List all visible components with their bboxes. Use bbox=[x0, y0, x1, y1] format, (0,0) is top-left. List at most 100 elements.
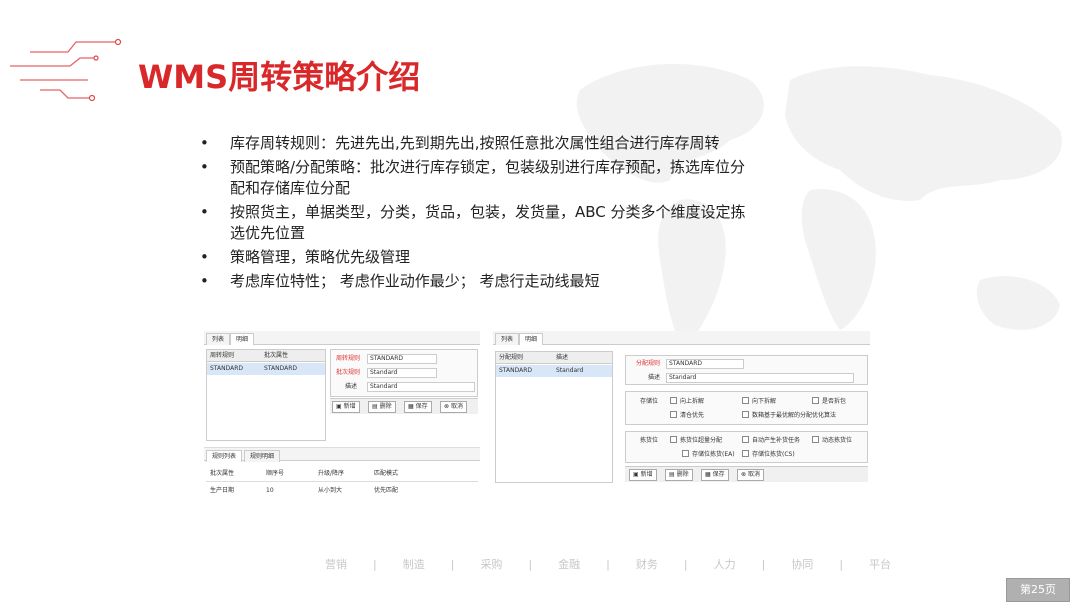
cancel-icon: ⊗ bbox=[741, 471, 748, 478]
slide-title: WMS周转策略介绍 bbox=[138, 58, 421, 96]
bullet-item: 策略管理，策略优先级管理 bbox=[200, 247, 760, 268]
footer-separator: | bbox=[450, 558, 455, 571]
save-icon: ▦ bbox=[408, 403, 416, 410]
grid-cell: STANDARD bbox=[210, 365, 244, 372]
tab-list[interactable]: 列表 bbox=[495, 333, 520, 345]
table-row[interactable]: 生产日期 10 从小到大 优先匹配 bbox=[206, 481, 478, 494]
allocation-form: 分配规则 STANDARD 描述 Standard bbox=[625, 355, 868, 385]
option-checkbox[interactable]: 数箱基于最优解的分配优化算法 bbox=[742, 411, 836, 420]
footer-item: 协同 bbox=[791, 558, 814, 571]
grid-header-cell: 描述 bbox=[556, 354, 569, 361]
bullet-list: 库存周转规则：先进先出,先到期先出,按照任意批次属性组合进行库存周转 预配策略/… bbox=[200, 133, 760, 295]
grid-cell: Standard bbox=[556, 367, 584, 374]
option-checkbox[interactable]: 向上拆解 bbox=[670, 397, 704, 406]
option-checkbox[interactable]: 自动产生补货任务 bbox=[742, 436, 800, 445]
sub-cell: 从小到大 bbox=[318, 487, 343, 494]
storage-options: 存储位 向上拆解 向下拆解 是否拆包 清仓优先 数箱基于最优解的分配优化算法 bbox=[625, 391, 868, 425]
grid-header-cell: 周转规则 bbox=[210, 352, 235, 359]
tab-bar: 列表 明细 bbox=[204, 331, 480, 345]
footer-item: 财务 bbox=[635, 558, 658, 571]
add-icon: ▣ bbox=[336, 403, 344, 410]
toolbar: ▣ 新增 ▤ 删除 ▦ 保存 ⊗ 取消 bbox=[625, 466, 868, 482]
delete-button[interactable]: ▤ 删除 bbox=[368, 401, 396, 413]
option-checkbox[interactable]: 存储位拣货(CS) bbox=[742, 450, 795, 459]
option-checkbox[interactable]: 拣货位超量分配 bbox=[670, 436, 722, 445]
option-checkbox[interactable]: 存储位拣货(EA) bbox=[682, 450, 735, 459]
tab-bar: 列表 明细 bbox=[493, 331, 870, 345]
storage-label: 存储位 bbox=[640, 398, 659, 405]
sub-grid: 批次属性 顺序号 升级/降序 匹配模式 生产日期 10 从小到大 优先匹配 bbox=[206, 465, 478, 499]
footer-separator: | bbox=[761, 558, 766, 571]
form-label: 描述 bbox=[648, 374, 661, 381]
option-checkbox[interactable]: 向下拆解 bbox=[742, 397, 776, 406]
footer-separator: | bbox=[606, 558, 610, 571]
sub-header-cell: 顺序号 bbox=[266, 470, 285, 477]
cancel-button[interactable]: ⊗ 取消 bbox=[440, 401, 467, 413]
delete-button[interactable]: ▤ 删除 bbox=[665, 469, 693, 481]
rule-grid: 周转规则 批次属性 STANDARD STANDARD bbox=[206, 349, 326, 441]
rule-grid: 分配规则 描述 STANDARD Standard bbox=[495, 351, 613, 483]
save-button-label: 保存 bbox=[415, 403, 428, 410]
grid-header-cell: 分配规则 bbox=[499, 354, 524, 361]
table-row[interactable]: STANDARD Standard bbox=[496, 365, 612, 377]
allocation-code-field[interactable]: STANDARD bbox=[666, 359, 744, 369]
option-checkbox[interactable]: 动态拣货位 bbox=[812, 436, 852, 445]
save-button[interactable]: ▦ 保存 bbox=[701, 469, 729, 481]
grid-header: 周转规则 批次属性 bbox=[207, 350, 325, 362]
pick-label: 拣货位 bbox=[640, 437, 659, 444]
form-label: 分配规则 bbox=[636, 360, 661, 367]
rule-form: 周转规则 STANDARD 批次规则 Standard 描述 Standard bbox=[330, 349, 478, 397]
delete-icon: ▤ bbox=[372, 403, 380, 410]
cancel-button[interactable]: ⊗ 取消 bbox=[737, 469, 764, 481]
save-button[interactable]: ▦ 保存 bbox=[404, 401, 432, 413]
add-button[interactable]: ▣ 新增 bbox=[332, 401, 360, 413]
description-field[interactable]: Standard bbox=[666, 373, 854, 383]
tab-detail[interactable]: 明细 bbox=[230, 333, 255, 345]
table-row[interactable]: STANDARD STANDARD bbox=[207, 363, 325, 375]
footer-item: 采购 bbox=[480, 558, 503, 571]
sub-header-cell: 匹配模式 bbox=[374, 470, 399, 477]
bullet-item: 预配策略/分配策略：批次进行库存锁定，包装级别进行库存预配，拣选库位分配和存储库… bbox=[200, 157, 760, 199]
decorative-lines bbox=[10, 38, 122, 102]
tab-rule-detail[interactable]: 规则明细 bbox=[244, 450, 281, 462]
footer-separator: | bbox=[373, 558, 377, 571]
save-button-label: 保存 bbox=[712, 471, 725, 478]
turnover-rule-screenshot: 列表 明细 周转规则 批次属性 STANDARD STANDARD 周转规则 S… bbox=[204, 331, 480, 501]
form-label: 描述 bbox=[345, 383, 358, 390]
tab-list[interactable]: 列表 bbox=[206, 333, 231, 345]
bullet-item: 库存周转规则：先进先出,先到期先出,按照任意批次属性组合进行库存周转 bbox=[200, 133, 760, 154]
rule-code-field[interactable]: STANDARD bbox=[367, 354, 437, 364]
bullet-item: 按照货主，单据类型，分类，货品，包装，发货量，ABC 分类多个维度设定拣选优先位… bbox=[200, 202, 760, 244]
add-button-label: 新增 bbox=[640, 471, 653, 478]
grid-cell: STANDARD bbox=[264, 365, 298, 372]
option-checkbox[interactable]: 清仓优先 bbox=[670, 411, 704, 420]
bullet-item: 考虑库位特性； 考虑作业动作最少； 考虑行走动线最短 bbox=[200, 271, 760, 292]
footer-item: 制造 bbox=[402, 558, 425, 571]
cancel-icon: ⊗ bbox=[444, 403, 451, 410]
lot-rule-field[interactable]: Standard bbox=[367, 368, 437, 378]
footer-separator: | bbox=[839, 558, 844, 571]
grid-header: 分配规则 描述 bbox=[496, 352, 612, 364]
sub-header-cell: 升级/降序 bbox=[318, 470, 345, 477]
option-checkbox[interactable]: 是否拆包 bbox=[812, 397, 846, 406]
footer-item: 金融 bbox=[558, 558, 581, 571]
save-icon: ▦ bbox=[705, 471, 713, 478]
sub-tab-bar: 规则列表 规则明细 bbox=[204, 447, 480, 462]
slide: WMS周转策略介绍 库存周转规则：先进先出,先到期先出,按照任意批次属性组合进行… bbox=[0, 0, 1080, 607]
cancel-button-label: 取消 bbox=[747, 471, 760, 478]
grid-header-cell: 批次属性 bbox=[264, 352, 289, 359]
toolbar: ▣ 新增 ▤ 删除 ▦ 保存 ⊗ 取消 bbox=[330, 398, 478, 414]
add-button-label: 新增 bbox=[343, 403, 356, 410]
tab-detail[interactable]: 明细 bbox=[519, 333, 544, 345]
cancel-button-label: 取消 bbox=[450, 403, 463, 410]
tab-rule-list[interactable]: 规则列表 bbox=[206, 450, 243, 462]
delete-button-label: 删除 bbox=[379, 403, 392, 410]
footer-item: 人力 bbox=[713, 558, 736, 571]
allocation-rule-screenshot: 列表 明细 分配规则 描述 STANDARD Standard 分配规则 STA… bbox=[493, 331, 870, 485]
add-button[interactable]: ▣ 新增 bbox=[629, 469, 657, 481]
page-number-button[interactable]: 第25页 bbox=[1006, 578, 1070, 602]
footer-item: 营销 bbox=[325, 558, 347, 571]
footer-item: 平台 bbox=[869, 558, 892, 571]
description-field[interactable]: Standard bbox=[367, 382, 475, 392]
sub-header-cell: 批次属性 bbox=[210, 470, 235, 477]
